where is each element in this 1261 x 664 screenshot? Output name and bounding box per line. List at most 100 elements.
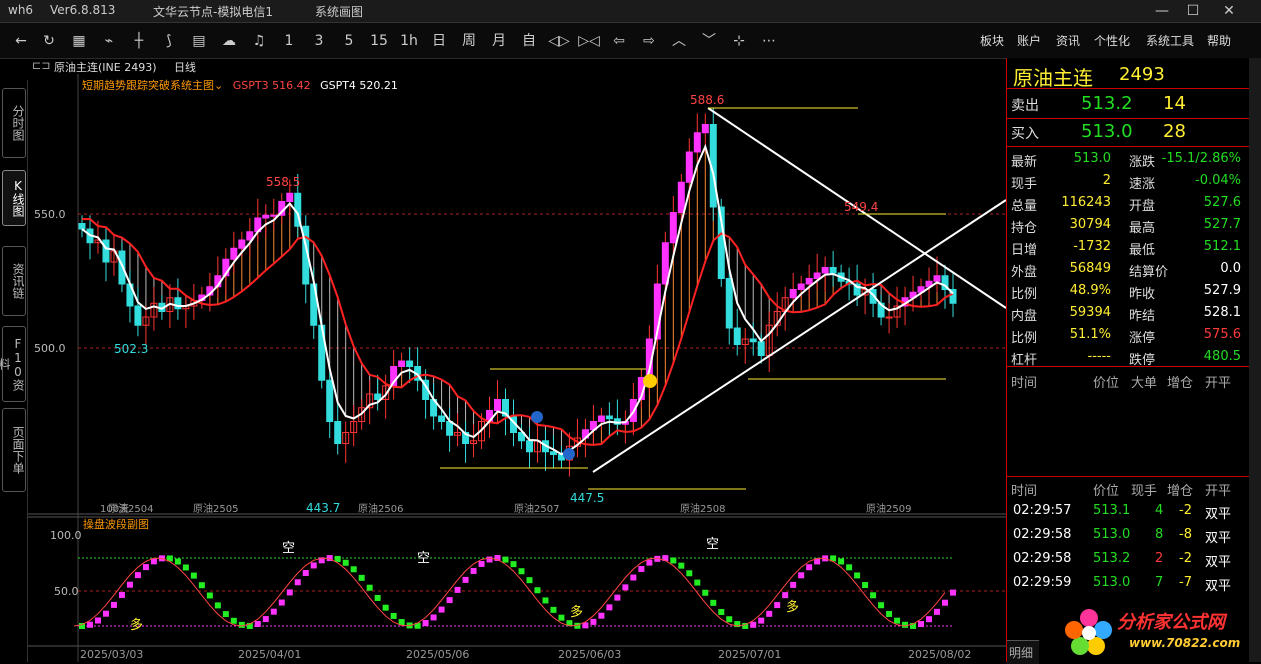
menu-help[interactable]: 帮助 xyxy=(1207,32,1231,49)
candle[interactable] xyxy=(933,275,941,282)
candle[interactable] xyxy=(597,415,605,422)
oscillator-block xyxy=(222,611,229,618)
candle[interactable] xyxy=(134,305,142,326)
candle[interactable] xyxy=(757,341,765,356)
tab-news-chain[interactable]: 资讯链 xyxy=(2,246,26,316)
bell-icon[interactable]: ♫ xyxy=(248,32,270,50)
candle[interactable] xyxy=(286,192,294,202)
collapse-icon[interactable]: ⊏⊐ xyxy=(32,59,50,72)
arrow-left-icon[interactable]: ⇦ xyxy=(608,32,630,50)
period-label[interactable]: 日线 xyxy=(174,59,196,75)
candle[interactable] xyxy=(398,360,406,367)
arrow-down-icon[interactable]: ﹀ xyxy=(698,32,720,50)
pattern-icon[interactable]: ⟆ xyxy=(158,32,180,50)
candle[interactable] xyxy=(669,212,677,244)
period-week[interactable]: 周 xyxy=(458,32,480,50)
tick-cell: 513.0 xyxy=(1093,575,1131,590)
candle[interactable] xyxy=(374,393,382,400)
candle[interactable] xyxy=(749,338,757,343)
candle[interactable] xyxy=(805,278,813,285)
candle[interactable] xyxy=(326,379,334,422)
candle[interactable] xyxy=(262,214,270,219)
quote-name: 原油主连 xyxy=(1013,66,1093,90)
oscillator-block xyxy=(838,558,845,565)
menu-system-tools[interactable]: 系统工具 xyxy=(1146,32,1194,49)
candle[interactable] xyxy=(446,421,454,436)
signal-sell-2: 空 xyxy=(417,551,430,566)
candle[interactable] xyxy=(238,239,246,249)
oscillator-block xyxy=(758,617,765,624)
tab-kline[interactable]: K线图 xyxy=(2,170,26,226)
candle[interactable] xyxy=(406,360,414,367)
oscillator-block xyxy=(86,621,93,628)
arrow-right-icon[interactable]: ⇨ xyxy=(638,32,660,50)
candle[interactable] xyxy=(438,415,446,422)
period-day[interactable]: 日 xyxy=(428,32,450,50)
close-icon[interactable]: ✕ xyxy=(1214,1,1244,21)
candle[interactable] xyxy=(701,124,709,134)
menu-sector[interactable]: 板块 xyxy=(980,32,1004,49)
tab-f10[interactable]: F10资料 xyxy=(0,326,26,402)
trend-line xyxy=(81,143,954,456)
candle[interactable] xyxy=(789,289,797,299)
candle[interactable] xyxy=(270,214,278,217)
oscillator-block xyxy=(670,557,677,564)
candle[interactable] xyxy=(725,278,733,329)
menu-personalize[interactable]: 个性化 xyxy=(1094,32,1130,49)
candle[interactable] xyxy=(693,132,701,153)
candle[interactable] xyxy=(334,421,342,444)
zoom-in-icon[interactable]: ◁▷ xyxy=(548,32,570,50)
candle[interactable] xyxy=(813,272,821,279)
candle[interactable] xyxy=(174,297,182,310)
period-1[interactable]: 1 xyxy=(278,32,300,50)
period-month[interactable]: 月 xyxy=(488,32,510,50)
period-15[interactable]: 15 xyxy=(368,32,390,50)
candle[interactable] xyxy=(821,267,829,274)
period-5[interactable]: 5 xyxy=(338,32,360,50)
candle[interactable] xyxy=(549,451,557,455)
more-icon[interactable]: ⋯ xyxy=(758,32,780,50)
cloud-icon[interactable]: ☁ xyxy=(218,32,240,50)
arrow-up-icon[interactable]: ︿ xyxy=(668,32,690,50)
refresh-icon[interactable]: ↻ xyxy=(38,32,60,50)
quote-value: 528.1 xyxy=(1203,305,1241,320)
menu-news[interactable]: 资讯 xyxy=(1056,32,1080,49)
line-chart-icon[interactable]: ⌁ xyxy=(98,32,120,50)
tab-order[interactable]: 页面下单 xyxy=(2,408,26,492)
candle[interactable] xyxy=(685,151,693,183)
period-custom[interactable]: 自 xyxy=(518,32,540,50)
tab-timeshare[interactable]: 分时图 xyxy=(2,88,26,158)
period-1h[interactable]: 1h xyxy=(398,32,420,50)
candle[interactable] xyxy=(677,181,685,213)
quote-row: 日增 -1732 最低 512.1 xyxy=(1009,236,1249,258)
quote-value: 59394 xyxy=(1069,305,1111,320)
zoom-out-icon[interactable]: ▷◁ xyxy=(578,32,600,50)
calculator-icon[interactable]: ▤ xyxy=(188,32,210,50)
crosshair-icon[interactable]: ⊹ xyxy=(728,32,750,50)
quote-label: 最高 xyxy=(1129,221,1156,236)
candle[interactable] xyxy=(797,283,805,290)
candle[interactable] xyxy=(885,316,893,319)
candle[interactable] xyxy=(525,440,533,453)
subchart-title[interactable]: 操盘波段副图 xyxy=(83,517,149,531)
candle-icon[interactable]: ┼ xyxy=(128,32,150,50)
grid-icon[interactable]: ▦ xyxy=(68,32,90,50)
candle[interactable] xyxy=(78,223,86,230)
candle[interactable] xyxy=(733,327,741,345)
quote-value: 2 xyxy=(1102,173,1111,188)
candle[interactable] xyxy=(605,415,613,420)
candle[interactable] xyxy=(230,247,238,260)
period-3[interactable]: 3 xyxy=(308,32,330,50)
candle[interactable] xyxy=(494,399,502,411)
oscillator-block xyxy=(790,581,797,588)
candle[interactable] xyxy=(829,267,837,274)
vertical-scrollbar[interactable] xyxy=(1249,58,1261,662)
menu-account[interactable]: 账户 xyxy=(1017,32,1041,49)
tab-detail[interactable]: 明细 xyxy=(1007,640,1039,664)
candle[interactable] xyxy=(102,239,110,263)
back-arrow-icon[interactable]: ← xyxy=(10,32,32,50)
kline-chart[interactable]: 550.0 500.0 588.6 558.5 549.4 502.3 443.… xyxy=(28,74,1006,662)
minimize-icon[interactable]: — xyxy=(1147,1,1177,21)
signal-sell-1: 空 xyxy=(282,541,295,556)
maximize-icon[interactable]: ☐ xyxy=(1178,1,1208,21)
